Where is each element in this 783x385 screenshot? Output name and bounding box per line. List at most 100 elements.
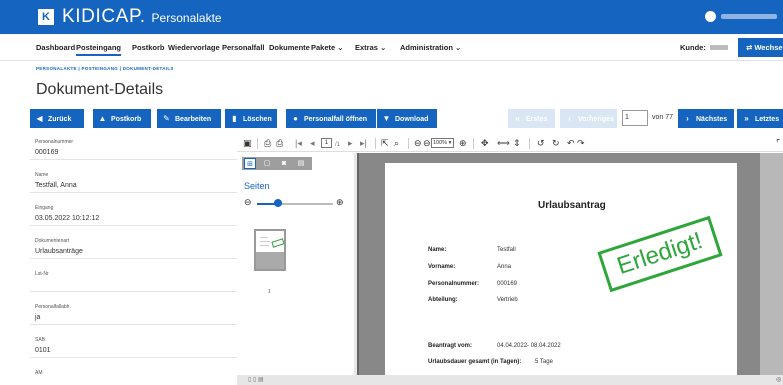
doc-label-name: Name: [428, 247, 447, 253]
loeschen-button[interactable]: ▮ Löschen [225, 109, 277, 128]
nav-wiedervorlage[interactable]: Wiedervorlage [168, 43, 220, 52]
download-icon: ▼ [382, 114, 391, 123]
page-title: Dokument-Details [36, 81, 164, 98]
brand-subtitle: Personalakte [151, 11, 222, 25]
user-name-redacted[interactable] [721, 14, 777, 19]
zoom-out-icon[interactable]: ⊖ [414, 138, 422, 148]
doc-label-beantragt: Beantragt vom: [428, 343, 473, 349]
sidebar-title: Seiten [244, 181, 270, 191]
nav-dokumente[interactable]: Dokumente [269, 43, 310, 52]
naechstes-button[interactable]: › Nächstes [678, 109, 734, 128]
attachments-tab-icon[interactable]: ▤ [295, 158, 307, 169]
thumb-zoom-handle[interactable] [274, 199, 282, 207]
page-thumbnail[interactable] [254, 229, 286, 271]
sidebar-tab-bar: ⊞ ▢ ◙ ▤ [242, 157, 312, 170]
toolbar-divider [529, 138, 530, 149]
bookmarks-tab-icon[interactable]: ▢ [261, 158, 273, 169]
document-scrollbar[interactable] [760, 153, 783, 375]
inbox-user-icon: ▲ [98, 114, 107, 123]
rotate-page-icon[interactable]: ↶ [567, 138, 575, 148]
first-page-icon[interactable]: |◂ [295, 138, 302, 148]
doc-label-vorname: Vorname: [428, 264, 456, 270]
breadcrumb[interactable]: PERSONALAKTE | POSTEINGANG | DOKUMENT-DE… [36, 66, 174, 71]
view-mode-icon[interactable]: ▯ ▯ ▤ [248, 376, 264, 383]
doc-value-vorname: Anna [497, 264, 512, 270]
fullscreen-icon[interactable]: ⌜ [776, 138, 780, 148]
page-count-label: von 77 [652, 114, 674, 121]
user-icon: ● [293, 114, 298, 123]
pencil-icon: ✎ [163, 114, 170, 123]
last-page-icon[interactable]: ▸| [360, 138, 367, 148]
comments-tab-icon[interactable]: ◙ [278, 158, 290, 169]
print-preview-icon[interactable]: ⎙ [276, 138, 283, 148]
personalfall-oeffnen-button[interactable]: ● Personalfall öffnen [286, 109, 376, 128]
previous-page-icon[interactable]: ◂ [310, 138, 315, 148]
doc-value-beantragt: 04.04.2022- 08.04.2022 [497, 343, 561, 349]
viewer-status-bar: ▯ ▯ ▤ ◎ [237, 375, 783, 385]
select-cursor-icon[interactable]: ⇱ [381, 138, 389, 148]
zoom-select[interactable]: 100% ▾ [431, 138, 454, 148]
thumb-text-line [260, 237, 268, 238]
chevron-right-icon: › [686, 114, 689, 123]
viewer-page-input[interactable]: 1 [321, 138, 332, 148]
rotate-left-icon[interactable]: ↺ [537, 138, 545, 148]
fit-page-icon[interactable]: ✥ [481, 138, 489, 148]
user-circle-icon[interactable] [705, 11, 716, 22]
field-personalnummer: Personalnummer 000169 [30, 135, 237, 160]
pages-sidebar: ⊞ ▢ ◙ ▤ Seiten ⊖ ⊕ 1 [237, 153, 357, 375]
thumb-lower-area [256, 252, 284, 269]
doc-label-personalnummer: Personalnummer: [428, 281, 480, 287]
main-nav: Dashboard Posteingang Postkorb Wiedervor… [0, 34, 783, 61]
kunde-label: Kunde: [680, 43, 706, 52]
nav-posteingang[interactable]: Posteingang [76, 43, 122, 56]
field-personalfallabh: Personalfallabh. ja [30, 300, 237, 325]
bearbeiten-button[interactable]: ✎ Bearbeiten [157, 109, 221, 128]
first-page-icon: « [515, 114, 520, 123]
download-button[interactable]: ▼ Download [377, 109, 437, 128]
nav-dashboard[interactable]: Dashboard [36, 43, 75, 52]
toolbar-divider [257, 138, 258, 149]
document-page: Urlaubsantrag Name: Testfall Vorname: An… [385, 163, 737, 375]
field-eingang: Eingang 03.05.2022 10:12:12 [30, 201, 237, 226]
viewer-page-total: /1 [335, 142, 341, 148]
doc-value-personalnummer: 000169 [497, 281, 518, 287]
field-lst-nr: Lst-Nr [30, 267, 237, 292]
search-icon[interactable]: ⌕ [394, 138, 399, 148]
zoom-in-plus-icon[interactable]: ⊕ [459, 138, 467, 148]
thumb-zoom-out-icon[interactable]: ⊖ [244, 197, 252, 208]
fit-width-icon[interactable]: ⟺ [497, 138, 510, 148]
fit-height-icon[interactable]: ⇕ [513, 138, 521, 148]
nav-administration[interactable]: Administration ⌄ [400, 43, 461, 52]
app-brand[interactable]: KIDICAP. Personalakte [62, 6, 222, 28]
doc-value-abteilung: Vertrieb [497, 297, 518, 303]
thumbnails-tab-icon[interactable]: ⊞ [244, 158, 256, 169]
field-dokumentenart: Dokumentenart Urlaubsanträge [30, 234, 237, 259]
rotate-right-icon[interactable]: ↻ [552, 138, 560, 148]
doc-value-name: Testfall [497, 247, 516, 253]
next-page-icon[interactable]: ▸ [348, 138, 353, 148]
logo-icon: K [38, 9, 54, 25]
letztes-button[interactable]: » Letztes [737, 109, 783, 128]
erstes-button[interactable]: «Erstes [508, 109, 555, 128]
nav-postkorb[interactable]: Postkorb [132, 43, 165, 52]
nav-extras[interactable]: Extras ⌄ [355, 43, 386, 52]
zoom-in-icon[interactable]: ⊖ [423, 138, 431, 148]
field-am: AM [35, 370, 43, 376]
vorheriges-button[interactable]: ‹ Vorheriges [560, 109, 617, 128]
chevron-left-icon: ‹ [568, 114, 571, 123]
nav-personalfall[interactable]: Personalfall [222, 43, 265, 52]
field-name: Name Testfall, Anna [30, 168, 237, 193]
save-icon[interactable]: ▣ [243, 138, 252, 148]
document-canvas[interactable]: Urlaubsantrag Name: Testfall Vorname: An… [357, 153, 760, 375]
zurueck-button[interactable]: ◀ Zurück [30, 109, 84, 128]
rotate-document-icon[interactable]: ↷ [577, 138, 585, 148]
field-sab: SAB 0101 [30, 333, 237, 358]
doc-label-urlaubsdauer: Urlaubsdauer gesamt (in Tagen): [428, 359, 522, 365]
nav-pakete[interactable]: Pakete ⌄ [311, 43, 344, 52]
toolbar-divider [375, 138, 376, 149]
postkorb-button[interactable]: ▲ Postkorb [93, 109, 151, 128]
page-number-input[interactable]: 1 [622, 110, 648, 126]
wechseln-button[interactable]: ⇄ Wechseln [738, 38, 783, 57]
print-icon[interactable]: ⎙ [264, 138, 271, 148]
thumb-zoom-in-icon[interactable]: ⊕ [336, 197, 344, 208]
